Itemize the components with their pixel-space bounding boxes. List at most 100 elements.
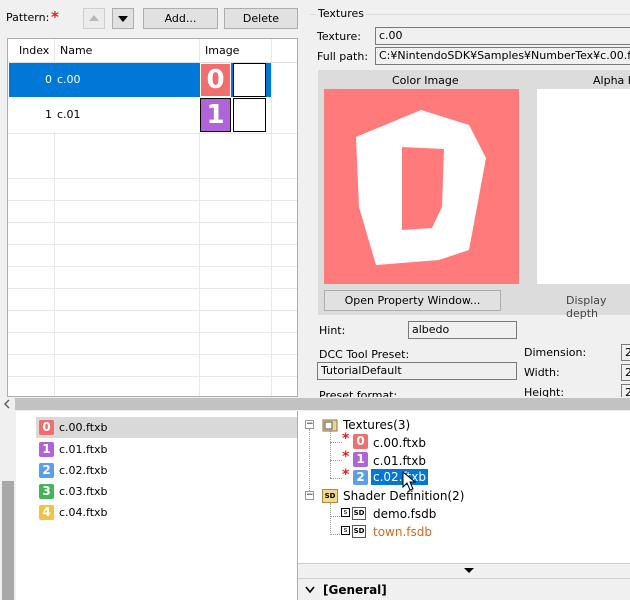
digit-one-icon: 1 xyxy=(353,452,368,467)
row-name: c.00 xyxy=(57,73,81,86)
chevron-down-icon[interactable] xyxy=(464,568,474,574)
tree-panel: − Textures(3) * 0 c.00.ftxb * 1 c.01.ftx… xyxy=(297,411,630,600)
digit-four-icon: 4 xyxy=(39,505,54,520)
arrow-up-icon xyxy=(89,15,99,21)
delete-button[interactable]: Delete xyxy=(224,8,298,29)
digit-one-icon: 1 xyxy=(206,100,225,130)
tree-node-file[interactable]: c.01.ftxb xyxy=(373,454,426,468)
shader-file-icon: s xyxy=(341,526,350,535)
row-index: 1 xyxy=(45,108,52,121)
add-button[interactable]: Add... xyxy=(143,8,218,29)
column-header-name[interactable]: Name xyxy=(60,44,92,57)
dcc-preset-field[interactable]: TutorialDefault xyxy=(317,362,517,380)
list-item[interactable]: 3 c.03.ftxb xyxy=(36,481,297,502)
tree-connector xyxy=(330,460,342,461)
textures-panel: Textures Texture: c.00 Full path: C:¥Nin… xyxy=(307,0,630,397)
panel-splitter[interactable] xyxy=(298,563,630,578)
digit-zero-icon: 0 xyxy=(206,65,225,95)
preset-format-label: Preset format: xyxy=(319,389,398,397)
list-item[interactable]: 2 c.02.ftxb xyxy=(36,460,297,481)
sd-badge: SD xyxy=(353,509,365,517)
column-header-image[interactable]: Image xyxy=(205,44,239,57)
file-name: c.01.ftxb xyxy=(59,443,108,456)
grid-line xyxy=(8,222,297,223)
grid-line xyxy=(8,310,297,311)
alpha-image-label: Alpha Ir xyxy=(593,74,630,87)
tree-node-file-selected[interactable]: c.02.ftxb xyxy=(371,469,428,485)
grid-line xyxy=(8,354,297,355)
row-index: 0 xyxy=(45,73,52,86)
modified-star: * xyxy=(342,431,350,447)
list-item[interactable]: 0 c.00.ftxb xyxy=(36,417,297,438)
file-name: c.00.ftxb xyxy=(59,421,108,434)
scrollbar-thumb[interactable] xyxy=(15,398,630,410)
column-header-index[interactable]: Index xyxy=(19,44,49,57)
alpha-image-preview xyxy=(537,89,630,284)
digit-two-icon: 2 xyxy=(39,463,54,478)
fullpath-label: Full path: xyxy=(317,50,369,63)
hint-field[interactable]: albedo xyxy=(408,321,517,339)
tree-node-textures[interactable]: Textures(3) xyxy=(343,418,410,432)
file-name: c.04.ftxb xyxy=(59,506,108,519)
modified-star: * xyxy=(342,449,350,465)
tree-node-file[interactable]: c.00.ftxb xyxy=(373,436,426,450)
horizontal-scrollbar[interactable] xyxy=(0,397,630,411)
general-section-label: [General] xyxy=(323,583,387,597)
collapse-toggle-icon[interactable]: − xyxy=(305,491,314,500)
sd-badge: SD xyxy=(353,527,365,535)
file-name: c.03.ftxb xyxy=(59,485,108,498)
grid-line xyxy=(8,244,297,245)
general-section-header[interactable]: [General] xyxy=(298,578,630,600)
group-title: Textures xyxy=(316,7,366,20)
table-row[interactable]: 1 c.01 1 xyxy=(9,98,271,132)
digit-zero-icon: 0 xyxy=(39,420,54,435)
grid-line xyxy=(8,266,297,267)
fullpath-field[interactable]: C:¥NintendoSDK¥Samples¥NumberTex¥c.00.ft… xyxy=(375,47,630,65)
digit-zero-icon: 0 xyxy=(353,434,368,449)
height-field[interactable]: 2 xyxy=(621,384,630,397)
scroll-left-icon[interactable] xyxy=(0,397,14,411)
grid-line xyxy=(8,332,297,333)
tree-connector xyxy=(330,516,340,517)
texture-folder-icon xyxy=(322,419,338,432)
open-property-window-button[interactable]: Open Property Window... xyxy=(324,290,501,311)
table-row[interactable]: 0 c.00 0 xyxy=(9,63,271,97)
image-preview-area: Color Image Alpha Ir Open Property Windo… xyxy=(318,70,630,320)
pattern-table[interactable]: Index Name Image 0 c.00 0 1 c.01 1 xyxy=(7,38,298,397)
shader-sd-icon: SD xyxy=(352,507,366,520)
mouse-cursor-icon xyxy=(402,471,416,491)
grid-line xyxy=(271,39,272,396)
move-up-button[interactable] xyxy=(83,8,105,29)
move-down-button[interactable] xyxy=(112,8,134,29)
list-item[interactable]: 1 c.01.ftxb xyxy=(36,439,297,460)
collapse-toggle-icon[interactable]: − xyxy=(305,420,314,429)
image-thumbnail-alpha xyxy=(233,63,266,97)
file-list-scrollbar-thumb[interactable] xyxy=(2,481,14,600)
grid-line xyxy=(8,376,297,377)
grid-line xyxy=(8,200,297,201)
grid-line xyxy=(8,288,297,289)
dimension-field[interactable]: 2 xyxy=(621,344,630,361)
tree-connector xyxy=(309,429,310,497)
display-depth-label: Display depth xyxy=(566,294,607,320)
image-thumbnail-alpha xyxy=(233,98,266,132)
arrow-down-icon xyxy=(118,16,128,22)
texture-field[interactable]: c.00 xyxy=(375,27,630,45)
digit-one-icon: 1 xyxy=(39,442,54,457)
tree-node-shader-definition[interactable]: Shader Definition(2) xyxy=(343,489,464,503)
width-field[interactable]: 2 xyxy=(621,364,630,381)
digit-zero-image xyxy=(356,110,486,265)
list-item[interactable]: 4 c.04.ftxb xyxy=(36,502,297,523)
image-thumbnail-color: 1 xyxy=(200,98,231,132)
file-name: c.02.ftxb xyxy=(59,464,108,477)
color-image-label: Color Image xyxy=(392,74,459,87)
texture-label: Texture: xyxy=(317,30,361,43)
tree-connector xyxy=(330,478,342,479)
tree-node-shader-file[interactable]: town.fsdb xyxy=(373,525,432,539)
tree-connector xyxy=(330,534,340,535)
tree-node-shader-file[interactable]: demo.fsdb xyxy=(373,507,436,521)
required-mark: * xyxy=(51,8,59,26)
shader-folder-icon: SD xyxy=(322,489,338,503)
tree-connector xyxy=(330,431,331,478)
table-header: Index Name Image xyxy=(8,39,297,63)
